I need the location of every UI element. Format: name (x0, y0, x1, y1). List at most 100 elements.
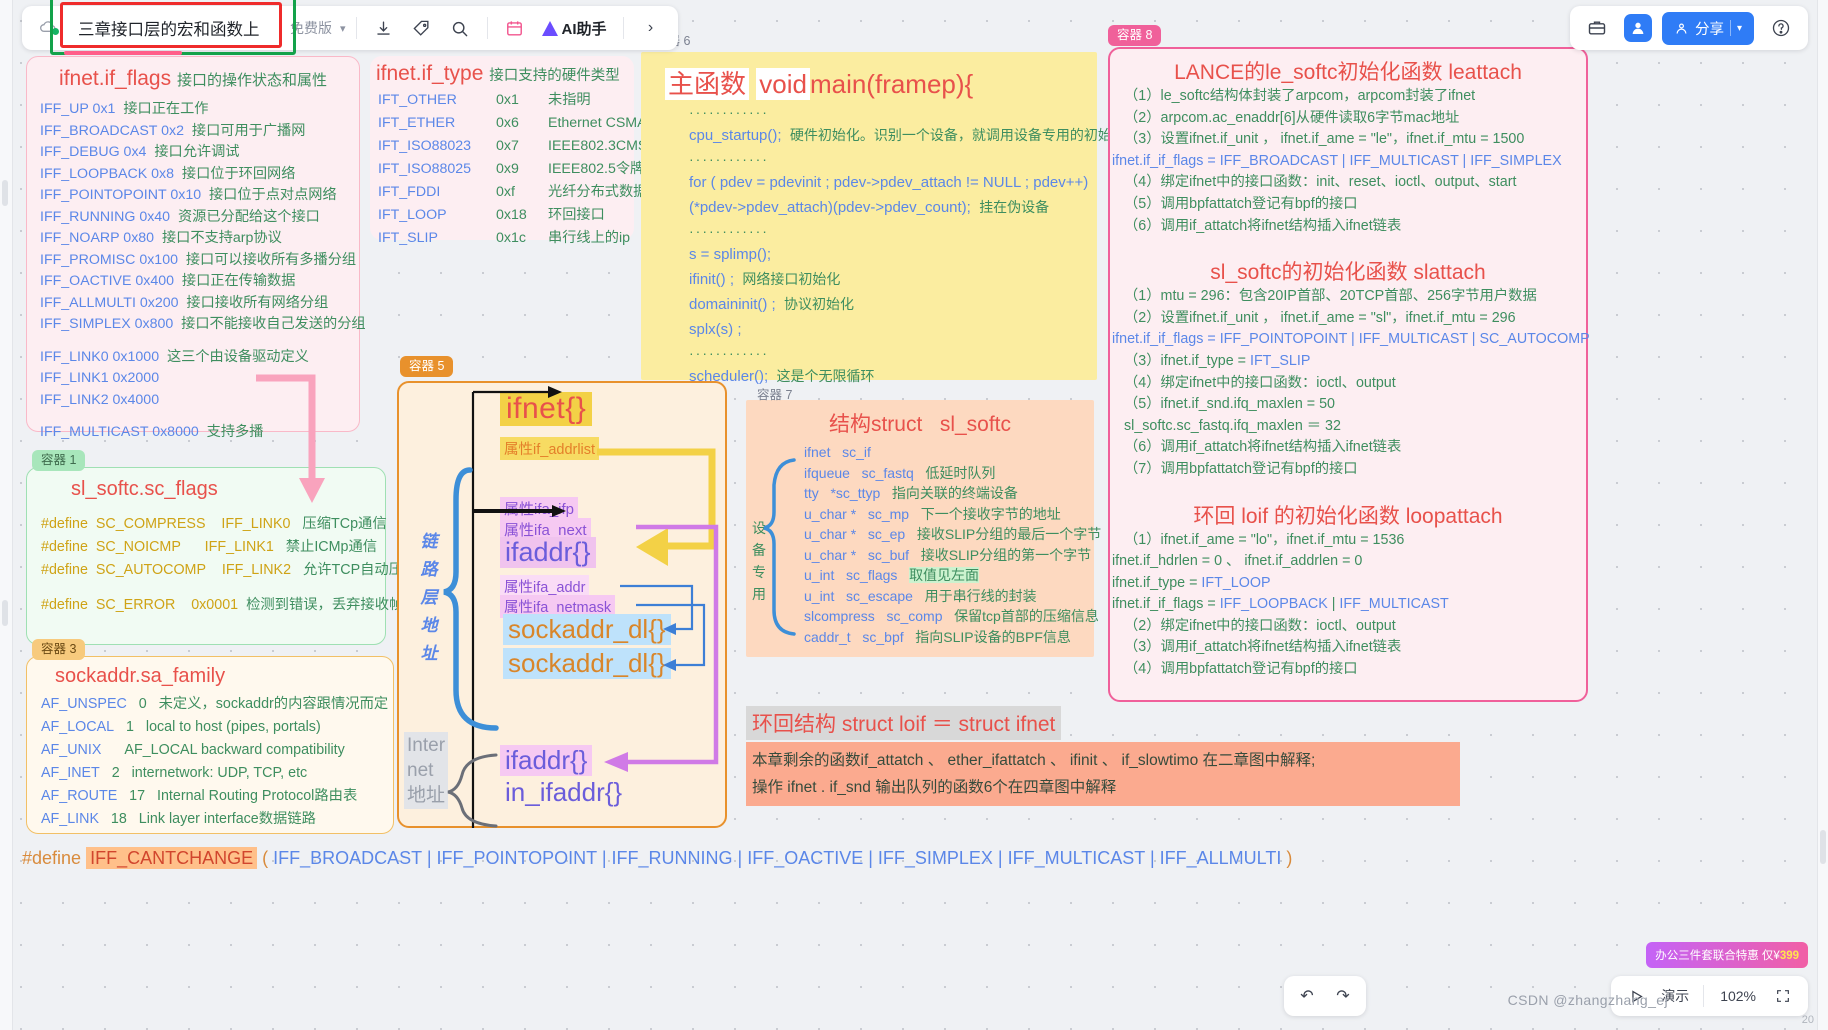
device-dedicated-label: 设备专用 (752, 520, 766, 602)
loopattach-row: （2）绑定ifnet中的接口函数：ioctl、output (1124, 617, 1396, 634)
card-main-function[interactable]: 主函数 void main(framep){ ············ cpu_st… (641, 52, 1154, 416)
sl-softc-row: u_char * sc_ep 接收SLIP分组的最后一个字节 (804, 526, 1102, 542)
share-icon (1674, 21, 1689, 36)
chevron-right-icon[interactable]: › (634, 12, 668, 44)
loopattach-line4: ifnet.if_if_flags = IFF_LOOPBACK | IFF_M… (1112, 596, 1449, 613)
card-init-functions[interactable]: LANCE的le_softc初始化函数 leattach （1）le_softc… (1108, 47, 1590, 702)
main-code-line: s = splimp(); (689, 246, 772, 263)
define-name: IFF_CANTCHANGE (86, 847, 258, 869)
loopattach-title: 环回 loif 的初始化函数 loopattach (1193, 504, 1503, 528)
if-flags-title: ifnet.if_flags (59, 67, 172, 90)
right-rail: 20 (1802, 0, 1828, 1030)
download-icon[interactable] (367, 12, 401, 44)
slattach-row: （2）设置ifnet.if_unit ， ifnet.if_ame = "sl"… (1124, 309, 1516, 326)
chevron-down-icon[interactable]: ▾ (340, 22, 346, 35)
row-spacer (27, 336, 359, 347)
if-flags-row: IFF_LINK0 0x1000 这三个由设备驱动定义 (40, 348, 309, 365)
card-sc-flags[interactable]: sl_softc.sc_flags #define SC_COMPRESS IF… (26, 467, 418, 645)
avatar[interactable] (1623, 14, 1652, 42)
sa-family-row: AF_ROUTE 17 Internal Routing Protocol路由表 (41, 788, 358, 804)
zoom-level[interactable]: 102% (1714, 988, 1762, 1004)
container-tag-8: 容器 8 (1108, 25, 1162, 46)
main-code-line: domaininit() ; 协议初始化 (689, 296, 855, 313)
main-code-line: ifinit() ; 网络接口初始化 (689, 271, 841, 288)
container-tag-7: 容器 7 (757, 388, 793, 402)
diagram-sockaddr-dl-1[interactable]: sockaddr_dl{} (503, 614, 671, 645)
define-open-paren: ( (262, 848, 269, 868)
card-title-if-type: ifnet.if_type 接口支持的硬件类型 (370, 56, 634, 89)
slattach-row: （1）mtu = 296：包含20IP首部、20TCP首部、256字节用户数据 (1124, 288, 1537, 305)
tag-icon[interactable] (405, 12, 439, 44)
share-button[interactable]: 分享 ▾ (1661, 11, 1754, 45)
if-flags-row: IFF_LINK2 0x4000 (40, 391, 160, 408)
version-label: 免费版 (290, 20, 332, 36)
sa-family-row: AF_UNIX AF_LOCAL backward compatibility (41, 742, 345, 758)
card-ifnet-if-flags[interactable]: ifnet.if_flags 接口的操作状态和属性 IFF_UP 0x1 接口正… (26, 56, 366, 440)
slattach-flags-line: ifnet.if_if_flags = IFF_POINTOPOINT | IF… (1112, 331, 1590, 348)
sa-family-row: AF_INET 2 internetwork: UDP, TCP, etc (41, 765, 308, 781)
main-title-cn: 主函数 (665, 68, 750, 100)
help-icon[interactable] (1764, 12, 1798, 44)
diagram-ifaddr-box[interactable]: ifaddr{} (500, 537, 596, 568)
left-rail-handle-1[interactable] (2, 180, 8, 206)
leattach-row: （1）le_softc结构体封装了arpcom，arpcom封装了ifnet (1124, 88, 1476, 104)
sc-flags-row: #define SC_AUTOCOMP IFF_LINK2 允许TCP自动压缩 (41, 562, 418, 578)
summary-line-2: 操作 ifnet . if_snd 输出队列的函数6个在四章图中解释 (752, 779, 1117, 796)
sc-error-row: #define SC_ERROR 0x0001 检测到错误，丢弃接收帧 (41, 597, 404, 613)
share-chevron-down-icon[interactable]: ▾ (1737, 23, 1742, 34)
briefcase-icon[interactable] (1580, 12, 1614, 44)
diagram-attr-ifa-ifp[interactable]: 属性ifa_ifp (500, 497, 579, 520)
slattach-row: （3）ifnet.if_type = IFT_SLIP (1124, 352, 1311, 369)
card-sa-family[interactable]: sockaddr.sa_family AF_UNSPEC 0 未定义，socka… (26, 656, 394, 834)
diagram-in-ifaddr-box[interactable]: in_ifaddr{} (500, 777, 627, 808)
promo-price: 399 (1779, 950, 1799, 962)
search-icon[interactable] (443, 12, 477, 44)
fullscreen-icon[interactable] (1766, 980, 1800, 1012)
right-rail-handle[interactable] (1820, 830, 1826, 864)
diagram-ifaddr-box-2[interactable]: ifaddr{} (500, 745, 593, 776)
if-type-row: IFT_OTHER 0x1 未指明 (378, 92, 591, 108)
if-type-list: IFT_OTHER 0x1 未指明 IFT_ETHER 0x6 Ethernet CSMA… (370, 89, 680, 250)
card-sl-softc-struct[interactable]: 结构struct sl_softc ifnet sc_if ifqueue sc… (746, 400, 1102, 657)
promo-banner[interactable]: 办公三件套联合特惠 仅¥399 (1646, 942, 1808, 968)
calendar-icon[interactable] (498, 12, 532, 44)
page-number: 20 (1801, 1014, 1814, 1026)
if-flags-row: IFF_ALLMULTI 0x200 接口接收所有网络分组 (40, 294, 329, 311)
leattach-flags-line: ifnet.if_if_flags = IFF_BROADCAST | IFF_… (1112, 152, 1562, 169)
document-title-input[interactable] (70, 14, 282, 42)
summary-line-1: 本章剩余的函数if_attatch 、 ether_ifattatch 、 if… (752, 752, 1316, 769)
leattach-rows: （1）le_softc结构体封装了arpcom，arpcom封装了ifnet （2… (1110, 86, 1586, 151)
left-rail-handle-2[interactable] (2, 600, 8, 626)
main-function-title: 主函数 void main(framep){ (665, 64, 1097, 101)
if-flags-row: IFF_UP 0x1 接口正在工作 (40, 101, 209, 117)
sc-flags-title: sl_softc.sc_flags (71, 478, 218, 500)
container-tag-1: 容器 1 (32, 450, 86, 471)
diagram-sockaddr-dl-2[interactable]: sockaddr_dl{} (503, 648, 671, 679)
if-flags-row: IFF_OACTIVE 0x400 接口正在传输数据 (40, 273, 296, 289)
leattach-row: （2）arpcom.ac_enaddr[6]从硬件读取6字节mac地址 (1124, 109, 1460, 126)
if-flags-row: IFF_PROMISC 0x100 接口可以接收所有多播分组 (40, 251, 357, 268)
slattach-row: （5）ifnet.if_snd.ifq_maxlen = 50 (1124, 396, 1335, 413)
main-dots: ············ (689, 345, 769, 361)
if-flags-row: IFF_LINK1 0x2000 (40, 370, 160, 386)
redo-icon[interactable]: ↷ (1326, 980, 1360, 1012)
undo-icon[interactable]: ↶ (1290, 980, 1324, 1012)
ai-assistant-button[interactable]: AI助手 (536, 15, 613, 42)
main-function-body: ············ cpu_startup(); 硬件初始化。识别一个设备，… (641, 101, 1154, 417)
diagram-attr-if-addrlist[interactable]: 属性if_addrlist (500, 437, 600, 460)
leattach-row: （3）设置ifnet.if_unit ， ifnet.if_ame = "le"… (1124, 131, 1525, 148)
share-divider (1729, 20, 1731, 36)
card-ifnet-if-type[interactable]: ifnet.if_type 接口支持的硬件类型 IFT_OTHER 0x1 未指明 I… (370, 56, 680, 246)
sc-flags-row: #define SC_COMPRESS IFF_LINK0 压缩TCp通信 (41, 516, 387, 532)
diagram-ifnet-box[interactable]: ifnet{} (500, 392, 593, 426)
main-dots: ············ (689, 151, 769, 167)
define-close-paren: ) (1286, 848, 1293, 868)
leattach-row: （6）调用if_attatch将ifnet结构插入ifnet链表 (1124, 217, 1402, 234)
diagram-link-layer-label: 链路层地址 (420, 532, 438, 663)
if-flags-row: IFF_DEBUG 0x4 接口允许调试 (40, 144, 240, 160)
if-type-row: IFT_LOOP 0x18 环回接口 (378, 207, 605, 223)
loopattach-row: （4）调用bpfattatch登记有bpf的接口 (1124, 661, 1358, 678)
if-flags-list: IFF_UP 0x1 接口正在工作 IFF_BROADCAST 0x2 接口可用于… (27, 99, 366, 444)
if-flags-row: IFF_MULTICAST 0x8000 支持多播 (40, 424, 264, 440)
cloud-sync-icon[interactable] (32, 12, 66, 44)
